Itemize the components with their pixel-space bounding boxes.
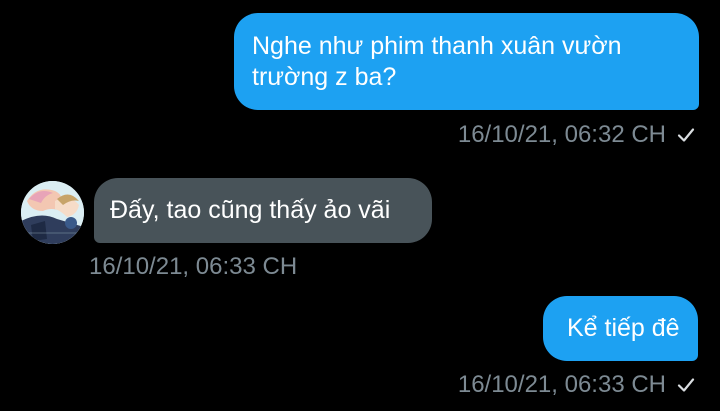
message-meta: 16/10/21, 06:32 CH: [458, 121, 696, 149]
message-meta: 16/10/21, 06:33 CH: [458, 371, 696, 399]
message-bubble-incoming[interactable]: Đấy, tao cũng thấy ảo vãi: [94, 178, 432, 243]
avatar[interactable]: [21, 181, 84, 244]
check-icon: [676, 375, 696, 395]
message-timestamp: 16/10/21, 06:32 CH: [457, 121, 666, 148]
message-text: Đấy, tao cũng thấy ảo vãi: [110, 196, 391, 224]
check-icon: [676, 125, 696, 145]
message-bubble-outgoing[interactable]: Nghe như phim thanh xuân vườn trường z b…: [234, 13, 699, 110]
message-text: Kể tiếp đê: [567, 314, 680, 342]
message-meta: 16/10/21, 06:33 CH: [89, 253, 297, 281]
message-timestamp: 16/10/21, 06:33 CH: [89, 253, 298, 280]
message-text: Nghe như phim thanh xuân vườn trường z b…: [252, 32, 622, 91]
message-timestamp: 16/10/21, 06:33 CH: [457, 371, 666, 398]
message-bubble-outgoing[interactable]: Kể tiếp đê: [543, 296, 698, 361]
